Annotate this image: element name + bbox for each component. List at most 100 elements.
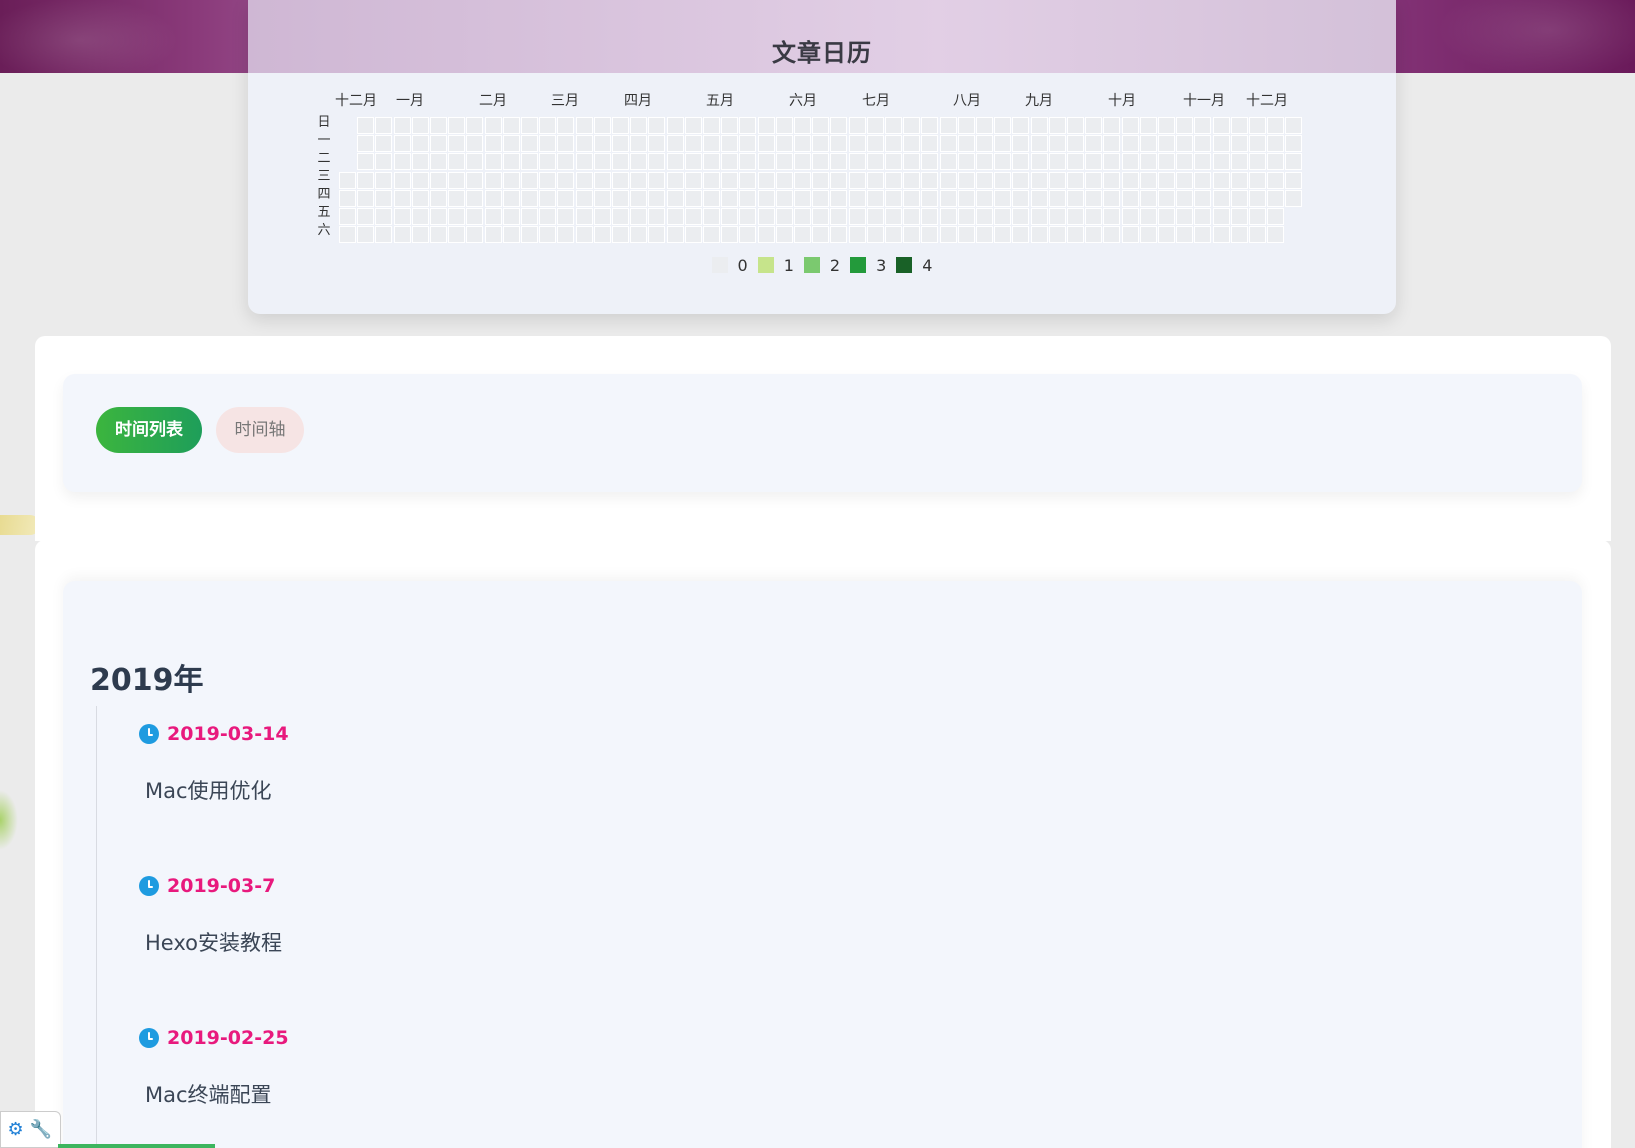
calendar-day-cell — [575, 226, 593, 244]
calendar-day-cell — [1230, 135, 1248, 153]
calendar-day-cell — [339, 208, 356, 225]
calendar-day-cell — [812, 171, 830, 189]
weekday-label: 三 — [317, 169, 331, 184]
calendar-day-cell — [885, 171, 902, 189]
calendar-day-cell — [630, 226, 648, 244]
calendar-day-cell — [648, 117, 666, 134]
calendar-day-cell — [484, 135, 502, 153]
tab-timeline[interactable]: 时间轴 — [216, 407, 304, 453]
calendar-day-cell — [630, 171, 648, 189]
post-title-link[interactable]: Mac终端配置 — [145, 1079, 289, 1109]
calendar-day-cell — [1176, 171, 1194, 189]
calendar-day-cell — [1285, 117, 1303, 134]
calendar-day-cell — [1176, 226, 1194, 244]
calendar-day-cell — [630, 117, 648, 134]
calendar-day-cell — [1030, 226, 1048, 244]
calendar-day-cell — [1012, 171, 1030, 189]
calendar-day-cell — [721, 226, 739, 244]
calendar-day-cell — [593, 226, 611, 244]
calendar-day-cell — [593, 189, 611, 207]
calendar-day-cell — [812, 226, 830, 244]
calendar-day-cell — [1158, 117, 1175, 134]
calendar-day-cell — [393, 208, 411, 225]
calendar-day-cell — [866, 171, 884, 189]
calendar-day-cell — [885, 208, 902, 225]
legend-item: 2 — [803, 256, 840, 275]
calendar-day-cell — [866, 135, 884, 153]
calendar-day-cell — [612, 189, 629, 207]
calendar-day-cell — [848, 208, 866, 225]
calendar-day-cell — [375, 171, 393, 189]
calendar-day-cell — [794, 189, 811, 207]
calendar-day-cell — [903, 189, 921, 207]
calendar-day-cell — [539, 135, 557, 153]
calendar-day-cell — [502, 153, 520, 171]
calendar-day-cell — [411, 208, 429, 225]
calendar-day-cell — [830, 135, 848, 153]
calendar-day-cell — [357, 226, 375, 244]
tab-time-list[interactable]: 时间列表 — [96, 407, 202, 453]
calendar-day-cell — [1085, 171, 1103, 189]
calendar-day-cell — [575, 153, 593, 171]
calendar-day-cell — [739, 226, 757, 244]
calendar-day-cell — [557, 226, 575, 244]
calendar-day-cell — [1158, 189, 1175, 207]
calendar-day-cell — [1048, 117, 1066, 134]
wrench-icon[interactable]: 🔧 — [30, 1119, 52, 1140]
calendar-day-cell — [375, 226, 393, 244]
calendar-day-cell — [484, 208, 502, 225]
calendar-day-cell — [976, 189, 993, 207]
calendar-header: 文章日历 — [248, 0, 1396, 73]
calendar-day-cell — [939, 117, 957, 134]
calendar-day-cell — [775, 189, 793, 207]
calendar-day-cell — [1067, 117, 1084, 134]
weekday-label: 一 — [317, 133, 331, 148]
settings-icon[interactable]: ⚙ — [7, 1119, 23, 1140]
calendar-day-cell — [1285, 189, 1303, 207]
calendar-day-cell — [666, 135, 684, 153]
calendar-day-cell — [1030, 135, 1048, 153]
calendar-day-cell — [1085, 135, 1103, 153]
calendar-day-cell — [885, 189, 902, 207]
calendar-day-cell — [1230, 117, 1248, 134]
calendar-day-cell — [721, 117, 739, 134]
post-date-text: 2019-02-25 — [167, 1027, 289, 1049]
post-title-link[interactable]: Mac使用优化 — [145, 775, 289, 805]
calendar-day-cell — [703, 153, 720, 171]
read-progress-bar — [58, 1144, 215, 1148]
calendar-day-cell — [739, 117, 757, 134]
calendar-day-cell — [957, 208, 975, 225]
calendar-day-cell — [612, 171, 629, 189]
calendar-day-cell — [411, 135, 429, 153]
year-heading: 2019年 — [90, 663, 204, 698]
calendar-day-cell — [1267, 135, 1285, 153]
calendar-day-cell — [830, 117, 848, 134]
calendar-day-cell — [411, 189, 429, 207]
calendar-day-cell — [757, 135, 775, 153]
calendar-day-cell — [448, 189, 466, 207]
clock-icon — [139, 876, 159, 896]
calendar-day-cell — [794, 117, 811, 134]
calendar-day-cell — [1230, 189, 1248, 207]
calendar-day-cell — [1085, 117, 1103, 134]
calendar-day-cell — [957, 226, 975, 244]
calendar-day-cell — [357, 153, 375, 171]
calendar-day-cell — [703, 208, 720, 225]
post-title-link[interactable]: Hexo安装教程 — [145, 927, 282, 957]
calendar-day-cell — [885, 135, 902, 153]
calendar-day-cell — [630, 189, 648, 207]
calendar-day-cell — [1067, 226, 1084, 244]
calendar-day-cell — [1194, 208, 1212, 225]
calendar-day-cell — [466, 189, 484, 207]
calendar-day-cell — [539, 189, 557, 207]
decorative-leaf — [0, 515, 40, 535]
calendar-day-cell — [1249, 208, 1266, 225]
calendar-day-cell — [375, 189, 393, 207]
calendar-day-cell — [1012, 189, 1030, 207]
calendar-day-cell — [721, 189, 739, 207]
calendar-day-cell — [339, 189, 356, 207]
calendar-day-cell — [1048, 189, 1066, 207]
calendar-day-cell — [794, 226, 811, 244]
calendar-day-cell — [430, 208, 447, 225]
calendar-day-cell — [411, 171, 429, 189]
